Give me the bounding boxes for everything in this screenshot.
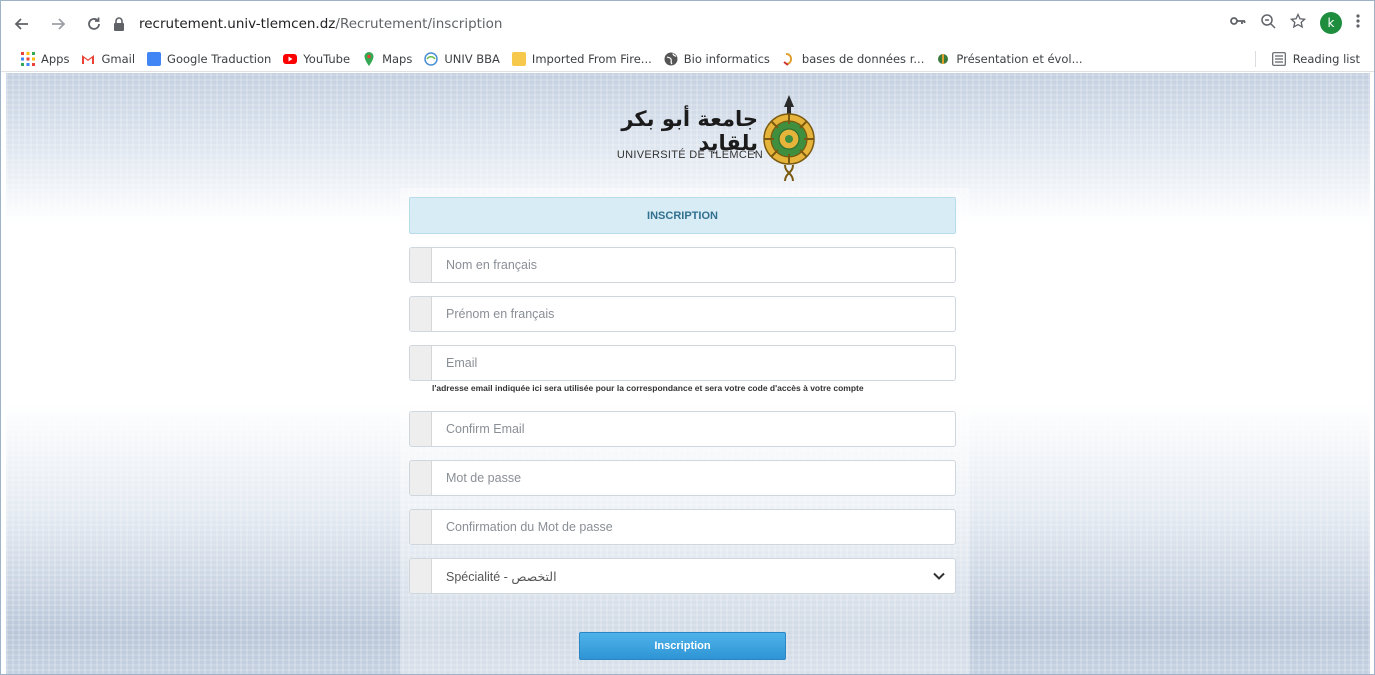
input-addon	[410, 412, 432, 446]
input-addon	[410, 346, 432, 380]
folder-icon	[511, 51, 526, 66]
bookmark-label: YouTube	[303, 51, 351, 66]
bookmark-label: Bio informatics	[683, 51, 770, 66]
bookmark-imported[interactable]: Imported From Fire...	[511, 51, 652, 66]
address-bar[interactable]: recrutement.univ-tlemcen.dz/Recrutement/…	[113, 10, 1193, 38]
url-host: recrutement.univ-tlemcen.dz	[139, 16, 336, 32]
key-icon[interactable]	[1230, 14, 1246, 32]
email-help-text: l'adresse email indiquée ici sera utilis…	[432, 383, 864, 393]
globe-icon	[664, 52, 678, 66]
university-emblem-icon	[763, 95, 815, 182]
reload-icon	[88, 17, 100, 30]
password-field	[409, 460, 956, 496]
reading-list-icon	[1271, 52, 1286, 66]
prenom-field	[409, 296, 956, 332]
email-field	[409, 345, 956, 381]
google-translate-icon	[147, 51, 162, 66]
bookmark-maps[interactable]: Maps	[362, 51, 413, 66]
site-icon	[936, 52, 950, 66]
email-input[interactable]	[432, 346, 955, 380]
url-path: /Recrutement/inscription	[335, 16, 503, 32]
reading-list-button[interactable]: Reading list	[1271, 46, 1360, 72]
input-addon	[410, 248, 432, 282]
gmail-icon	[81, 52, 95, 66]
profile-avatar[interactable]: k	[1320, 12, 1342, 34]
menu-kebab-icon[interactable]	[1356, 13, 1360, 34]
bookmark-label: UNIV BBA	[444, 51, 500, 66]
bookmark-label: Maps	[382, 51, 413, 66]
input-addon	[410, 297, 432, 331]
inscription-submit-button[interactable]: Inscription	[579, 632, 786, 660]
browser-window: recrutement.univ-tlemcen.dz/Recrutement/…	[0, 0, 1375, 675]
logo-arabic-text: جامعة أبو بكر بلقايد	[621, 107, 758, 155]
reading-list-label: Reading list	[1292, 52, 1360, 66]
bookmark-google-traduction[interactable]: Google Traduction	[147, 51, 272, 66]
bookmark-label: bases de données r...	[801, 51, 925, 66]
confirm-password-field	[409, 509, 956, 545]
chevron-down-icon	[933, 572, 945, 580]
zoom-icon[interactable]	[1260, 13, 1276, 34]
bookmark-gmail[interactable]: Gmail	[81, 52, 135, 66]
password-input[interactable]	[432, 461, 955, 495]
bookmark-label: Imported From Fire...	[531, 51, 652, 66]
apps-grid-icon	[21, 51, 35, 66]
confirm-email-input[interactable]	[432, 412, 955, 446]
browser-toolbar: recrutement.univ-tlemcen.dz/Recrutement/…	[1, 1, 1374, 46]
bookmark-label: Apps	[41, 51, 70, 66]
specialite-selected-value: Spécialité - التخصص	[446, 569, 557, 584]
confirm-password-input[interactable]	[432, 510, 955, 544]
bookmarks-bar: Apps Gmail Google Traduction YouTube Map…	[1, 46, 1374, 72]
site-icon	[782, 52, 796, 66]
univ-bba-icon	[424, 51, 439, 66]
forward-arrow-icon	[52, 17, 66, 30]
lock-icon	[113, 17, 127, 31]
input-addon	[410, 510, 432, 544]
youtube-icon	[283, 52, 298, 66]
bookmark-label: Google Traduction	[167, 51, 272, 66]
reload-button[interactable]	[81, 11, 107, 37]
maps-icon	[362, 51, 376, 66]
back-arrow-icon	[14, 17, 28, 30]
bookmark-apps[interactable]: Apps	[21, 51, 70, 66]
specialite-select[interactable]: Spécialité - التخصص	[409, 558, 956, 594]
nom-field	[409, 247, 956, 283]
bookmark-presentation[interactable]: Présentation et évol...	[936, 51, 1083, 66]
prenom-input[interactable]	[432, 297, 955, 331]
forward-button[interactable]	[45, 11, 71, 37]
select-box[interactable]: Spécialité - التخصص	[432, 559, 955, 593]
input-addon	[410, 559, 432, 593]
bookmark-univ-bba[interactable]: UNIV BBA	[424, 52, 500, 66]
input-addon	[410, 461, 432, 495]
nom-input[interactable]	[432, 248, 955, 282]
bookmark-star-icon[interactable]	[1289, 12, 1307, 34]
toolbar-right: k	[1230, 9, 1360, 37]
logo-french-text: UNIVERSITÉ DE TLEMCEN	[616, 149, 763, 161]
bookmark-bases-de-donnees[interactable]: bases de données r...	[782, 52, 924, 66]
back-button[interactable]	[9, 11, 35, 37]
bookmark-label: Présentation et évol...	[956, 51, 1083, 66]
form-header: INSCRIPTION	[409, 197, 956, 234]
university-logo: جامعة أبو بكر بلقايد UNIVERSITÉ DE TLEMC…	[578, 93, 828, 188]
bookmarks-divider	[1255, 51, 1256, 67]
bookmark-youtube[interactable]: YouTube	[283, 52, 350, 66]
confirm-email-field	[409, 411, 956, 447]
bookmark-label: Gmail	[101, 51, 136, 66]
bookmark-bio-informatics[interactable]: Bio informatics	[664, 52, 770, 66]
